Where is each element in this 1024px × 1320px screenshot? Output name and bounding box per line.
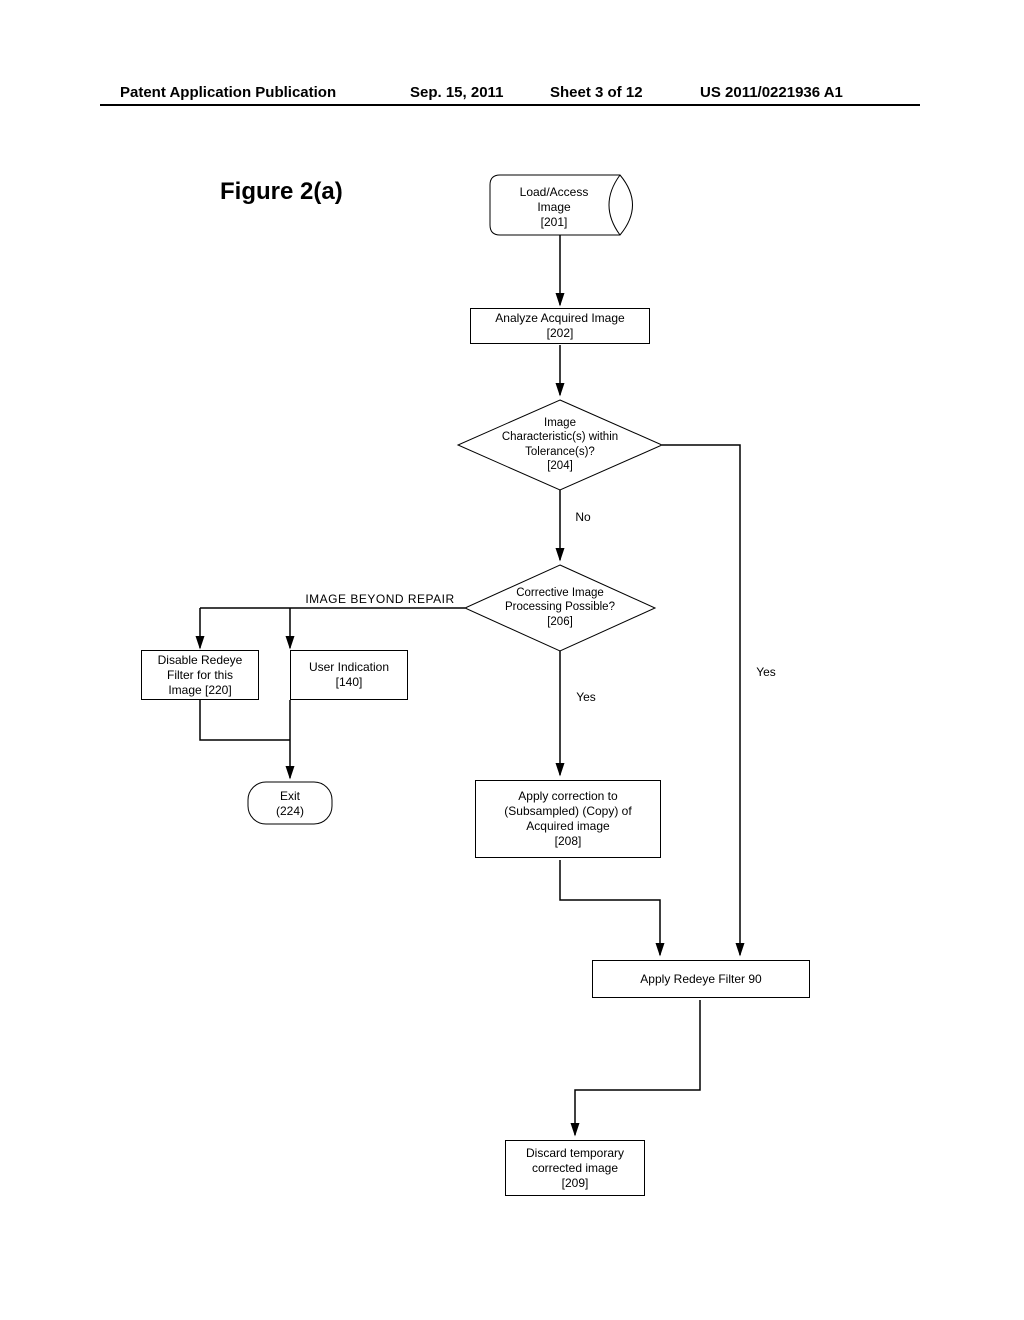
node-apply-correction: Apply correction to (Subsampled) (Copy) …: [475, 780, 661, 858]
node-analyze: Analyze Acquired Image [202]: [470, 308, 650, 344]
node-exit: Exit (224): [248, 786, 332, 822]
node-apply-redeye-filter: Apply Redeye Filter 90: [592, 960, 810, 998]
label-beyond-repair: IMAGE BEYOND REPAIR: [290, 592, 470, 607]
node-disable-redeye: Disable Redeye Filter for this Image [22…: [141, 650, 259, 700]
node-tolerance: Image Characteristic(s) within Tolerance…: [478, 416, 642, 474]
label-yes-corrective: Yes: [568, 690, 604, 705]
node-load: Load/Access Image [201]: [490, 180, 618, 235]
node-discard: Discard temporary corrected image [209]: [505, 1140, 645, 1196]
label-yes-tolerance: Yes: [748, 665, 784, 680]
label-no: No: [568, 510, 598, 525]
node-user-indication: User Indication [140]: [290, 650, 408, 700]
node-corrective: Corrective Image Processing Possible? [2…: [490, 586, 630, 629]
